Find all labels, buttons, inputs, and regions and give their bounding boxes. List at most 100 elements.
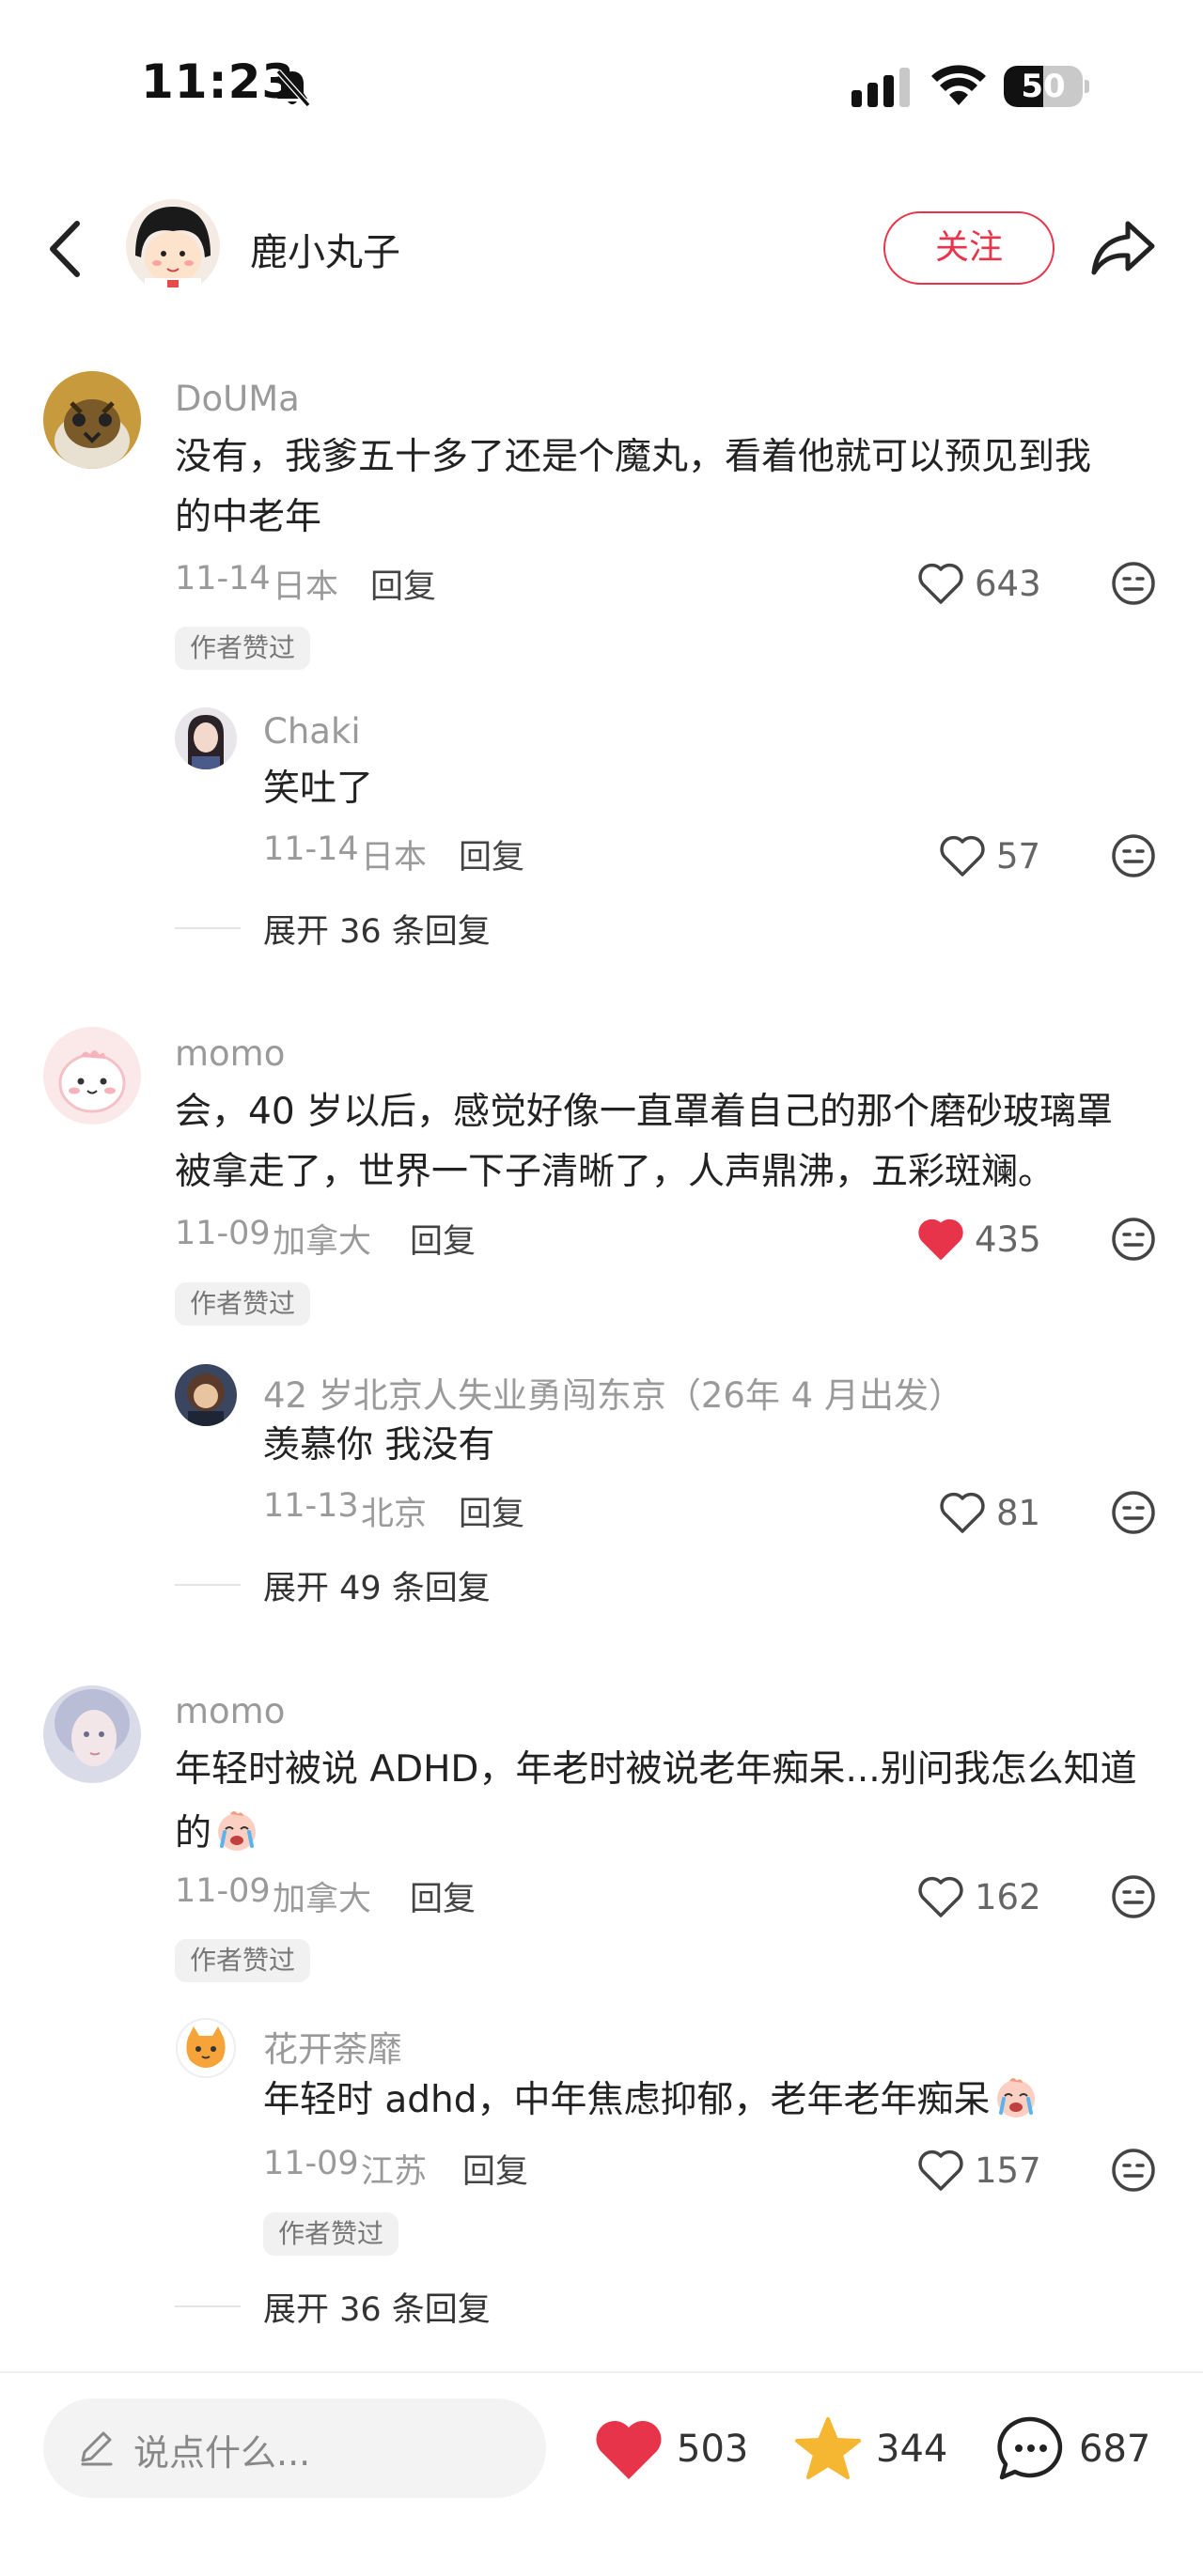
- comment-input[interactable]: 说点什么...: [43, 2398, 546, 2498]
- like-button[interactable]: 57: [938, 832, 1040, 879]
- post-favorite-count: 344: [876, 2428, 948, 2471]
- crying-emoji-icon: [218, 1811, 257, 1851]
- author-liked-badge: 作者赞过: [175, 1282, 311, 1326]
- sub-comment-text: 羡慕你 我没有: [263, 1424, 495, 1466]
- sub-comment-date: 11-14: [263, 830, 359, 868]
- author-avatar[interactable]: [126, 199, 220, 293]
- dislike-icon[interactable]: [1110, 1489, 1157, 1536]
- heart-outline-icon: [940, 835, 985, 877]
- comment-text-line: 会，40 岁以后，感觉好像一直罩着自己的那个磨砂玻璃罩: [175, 1091, 1114, 1133]
- commenter-name[interactable]: momo: [175, 1691, 285, 1731]
- comment-text-line: 的: [175, 1812, 212, 1854]
- heart-outline-icon: [918, 2149, 963, 2191]
- sub-comment-date: 11-13: [263, 1487, 359, 1525]
- comment-text-line: 被拿走了，世界一下子清晰了，人声鼎沸，五彩斑斓。: [175, 1151, 1055, 1193]
- commenter-name[interactable]: DoUMa: [175, 379, 300, 419]
- wifi-icon: [931, 65, 986, 105]
- sub-comment-text-wrap: 年轻时 adhd，中年焦虑抑郁，老年老年痴呆: [263, 2067, 1039, 2127]
- author-name[interactable]: 鹿小丸子: [250, 222, 400, 276]
- pencil-icon: [81, 2431, 113, 2466]
- comment-input-placeholder: 说点什么...: [133, 2432, 311, 2474]
- back-icon[interactable]: [38, 216, 94, 282]
- dislike-icon[interactable]: [1110, 560, 1157, 607]
- reply-button[interactable]: 回复: [410, 1872, 476, 1920]
- comment-location: 加拿大: [273, 1223, 372, 1261]
- battery-percent: 50: [1021, 68, 1066, 105]
- sub-commenter-avatar[interactable]: [175, 707, 237, 769]
- dislike-icon[interactable]: [1110, 1216, 1157, 1263]
- like-count: 435: [975, 1218, 1041, 1260]
- comment-date: 11-09: [175, 1215, 271, 1252]
- reply-button[interactable]: 回复: [459, 830, 524, 878]
- like-button[interactable]: 81: [938, 1489, 1040, 1536]
- heart-outline-icon: [918, 1876, 963, 1917]
- dislike-icon[interactable]: [1110, 1873, 1157, 1920]
- commenter-avatar[interactable]: [43, 371, 141, 469]
- reply-button[interactable]: 回复: [370, 560, 436, 608]
- sub-comment-location: 北京: [361, 1496, 428, 1533]
- sub-commenter-name[interactable]: 花开荼靡: [263, 2021, 402, 2072]
- sub-comment-location: 江苏: [361, 2153, 428, 2191]
- comment-text-line: 年轻时被说 ADHD，年老时被说老年痴呆...别问我怎么知道: [175, 1748, 1137, 1791]
- author-liked-badge: 作者赞过: [263, 2212, 399, 2256]
- post-like-button[interactable]: 503: [592, 2413, 748, 2485]
- like-button[interactable]: 435: [916, 1216, 1041, 1263]
- comment-text-line: 的中老年: [175, 496, 322, 538]
- like-count: 57: [996, 835, 1041, 877]
- post-comment-button[interactable]: 687: [994, 2413, 1150, 2485]
- battery-indicator: 50: [1004, 66, 1089, 107]
- dislike-icon[interactable]: [1110, 2147, 1157, 2194]
- expand-replies-button[interactable]: 展开 36 条回复: [175, 905, 491, 952]
- signal-icon: [851, 68, 910, 107]
- divider: [175, 1584, 241, 1586]
- reply-button[interactable]: 回复: [459, 1487, 524, 1535]
- divider: [175, 927, 241, 929]
- like-count: 162: [975, 1876, 1041, 1917]
- share-icon[interactable]: [1090, 218, 1156, 278]
- status-bar: 11:23 50: [0, 0, 1203, 178]
- like-count: 643: [975, 563, 1041, 604]
- comment-text-line-wrap: 的: [175, 1800, 260, 1860]
- divider: [175, 2305, 241, 2307]
- expand-replies-label: 展开 36 条回复: [263, 912, 491, 951]
- sub-comment-location: 日本: [361, 839, 428, 877]
- like-button[interactable]: 157: [916, 2147, 1041, 2194]
- bottom-divider: [0, 2371, 1203, 2373]
- expand-replies-label: 展开 49 条回复: [263, 1569, 491, 1607]
- post-comment-count: 687: [1079, 2428, 1151, 2471]
- expand-replies-label: 展开 36 条回复: [263, 2290, 491, 2329]
- sub-commenter-name[interactable]: 42 岁北京人失业勇闯东京（26年 4 月出发）: [263, 1367, 963, 1418]
- heart-outline-icon: [940, 1492, 985, 1533]
- commenter-name[interactable]: momo: [175, 1033, 285, 1074]
- comment-text-line: 没有，我爹五十多了还是个魔丸，看着他就可以预见到我: [175, 436, 1092, 478]
- like-button[interactable]: 162: [916, 1873, 1041, 1920]
- commenter-avatar[interactable]: [43, 1027, 141, 1125]
- reply-button[interactable]: 回复: [462, 2145, 528, 2193]
- expand-replies-button[interactable]: 展开 49 条回复: [175, 1561, 491, 1608]
- follow-button[interactable]: 关注: [883, 211, 1055, 285]
- dislike-icon[interactable]: [1110, 832, 1157, 879]
- crying-emoji-icon: [996, 2078, 1035, 2118]
- bell-off-icon: [275, 70, 311, 107]
- heart-filled-icon: [918, 1218, 963, 1260]
- comment-date: 11-09: [175, 1872, 271, 1910]
- expand-replies-button[interactable]: 展开 36 条回复: [175, 2283, 491, 2330]
- sub-comment-text: 笑吐了: [263, 768, 374, 810]
- sub-comment-text: 年轻时 adhd，中年焦虑抑郁，老年老年痴呆: [263, 2079, 991, 2121]
- chat-bubble-icon: [997, 2416, 1063, 2480]
- post-like-count: 503: [677, 2428, 749, 2471]
- author-liked-badge: 作者赞过: [175, 627, 311, 670]
- heart-filled-icon: [596, 2420, 662, 2479]
- sub-commenter-name[interactable]: Chaki: [263, 711, 361, 752]
- sub-comment-date: 11-09: [263, 2145, 359, 2182]
- post-favorite-button[interactable]: 344: [791, 2413, 947, 2485]
- like-button[interactable]: 643: [916, 560, 1041, 607]
- like-count: 157: [975, 2149, 1041, 2191]
- reply-button[interactable]: 回复: [410, 1215, 476, 1263]
- post-header: 鹿小丸子 关注: [0, 188, 1203, 310]
- author-liked-badge: 作者赞过: [175, 1939, 311, 1982]
- sub-commenter-avatar[interactable]: [175, 1364, 237, 1426]
- sub-commenter-avatar[interactable]: [175, 2017, 237, 2079]
- commenter-avatar[interactable]: [43, 1685, 141, 1783]
- comment-location: 日本: [273, 568, 339, 606]
